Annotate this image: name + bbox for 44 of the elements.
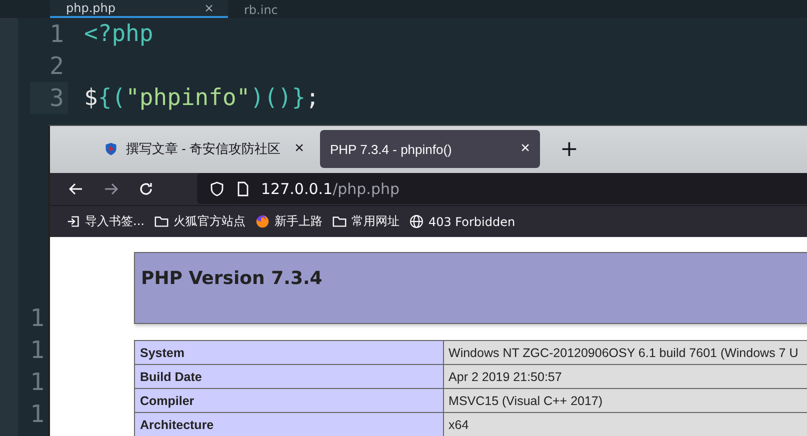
address-bar[interactable]: 127.0.0.1/php.php [197,173,807,204]
code-line: <?php [84,21,154,47]
bookmark-item[interactable]: 新手上路 [255,213,322,230]
line-number: 1 [30,399,46,430]
row-label: Architecture [134,412,444,436]
shield-logo-icon [104,142,118,156]
editor-tab[interactable]: rb.inc [228,0,406,18]
line-number: 1 [48,19,65,50]
new-tab-button[interactable]: + [560,136,578,162]
url-text: 127.0.0.1/php.php [261,180,400,198]
folder-icon [154,214,170,230]
forward-icon [103,180,119,197]
editor-tab[interactable]: php.php × [50,0,228,18]
line-number: 2 [48,51,65,82]
browser-tab[interactable]: 撰写文章 - 奇安信攻防社区 × [94,130,314,168]
back-icon[interactable] [68,180,84,197]
bookmark-item[interactable]: 火狐官方站点 [154,213,246,230]
reload-icon[interactable] [138,180,154,197]
version-title: PHP Version 7.3.4 [141,268,322,289]
browser-tab[interactable]: PHP 7.3.4 - phpinfo() × [320,130,540,168]
shield-icon[interactable] [209,180,225,197]
line-number: 3 [30,82,68,114]
row-value: x64 [443,412,807,436]
row-label: System [134,340,444,364]
row-value: Windows NT ZGC-20120906OSY 6.1 build 7601 (Windows 7 U [443,340,807,364]
line-number: 1 [30,367,46,398]
import-icon [66,214,81,230]
row-value: Apr 2 2019 21:50:57 [443,364,807,388]
row-value: MSVC15 (Visual C++ 2017) [443,388,807,412]
bookmark-item[interactable]: 常用网址 [332,213,400,230]
bookmark-item[interactable]: 导入书签... [66,213,144,230]
folder-icon [332,214,348,230]
page-icon [235,180,251,197]
close-icon[interactable]: × [520,140,530,158]
close-icon[interactable]: × [294,140,304,158]
line-number: 1 [30,303,46,334]
row-label: Compiler [134,388,444,412]
code-line: ${("phpinfo")()}; [84,85,320,111]
bookmark-item[interactable]: 403 Forbidden [409,214,516,230]
line-number: 1 [30,335,46,366]
row-label: Build Date [134,364,444,388]
fox-logo-icon [255,214,270,230]
globe-icon [409,214,424,230]
close-icon[interactable]: × [204,2,214,14]
